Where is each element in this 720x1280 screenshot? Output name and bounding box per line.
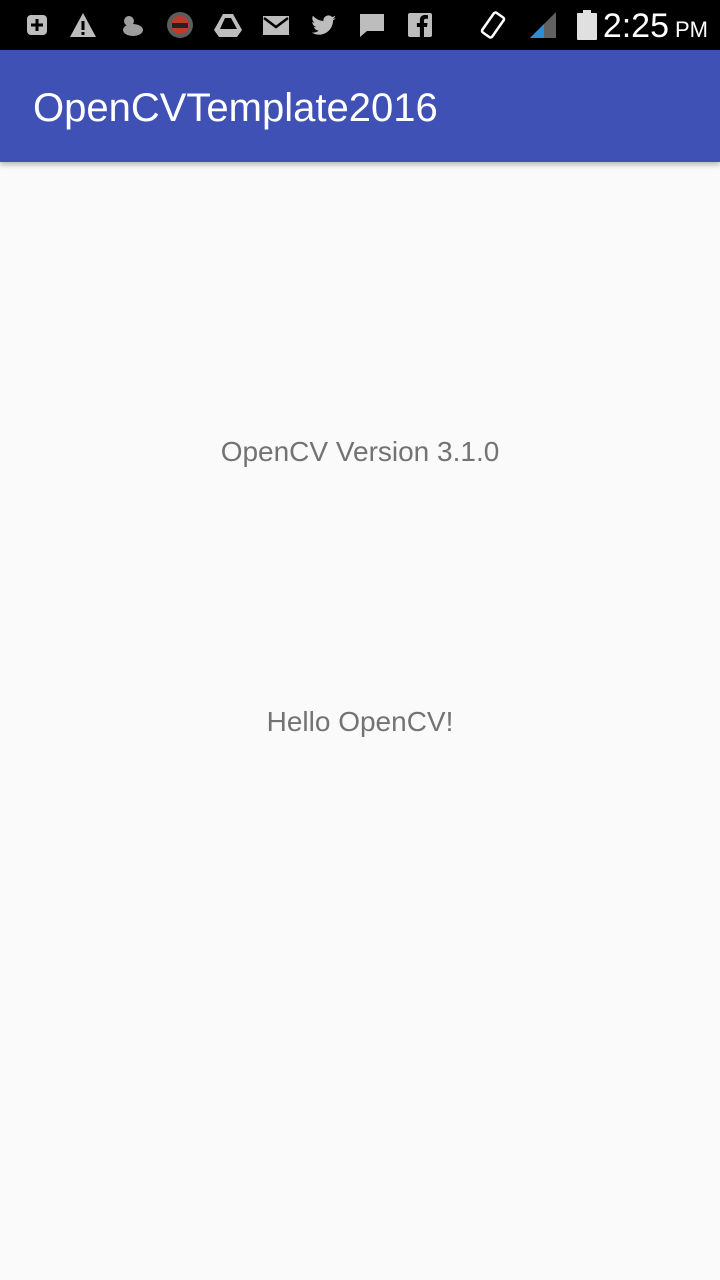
main-content: OpenCV Version 3.1.0 Hello OpenCV!: [0, 162, 720, 1280]
message-icon: [357, 10, 387, 40]
weather-icon: [117, 10, 147, 40]
app-bar: OpenCVTemplate2016: [0, 50, 720, 162]
signal-icon: [528, 10, 558, 40]
twitter-icon: [309, 10, 339, 40]
warning-icon: [68, 10, 98, 40]
app-title: OpenCVTemplate2016: [33, 86, 438, 130]
clock-ampm: PM: [675, 17, 708, 42]
mail-icon: [261, 10, 291, 40]
clock-time: 2:25: [602, 7, 669, 45]
clock: 2:25 PM: [603, 6, 708, 50]
badge-app-icon: [165, 10, 195, 40]
battery-icon: [572, 10, 602, 40]
hello-text: Hello OpenCV!: [266, 706, 454, 737]
add-box-icon: [22, 10, 52, 40]
facebook-icon: [405, 10, 435, 40]
status-bar: 2:25 PM: [0, 0, 720, 50]
drive-icon: [213, 10, 243, 40]
opencv-version-text: OpenCV Version 3.1.0: [220, 436, 500, 467]
screen-rotation-icon: [478, 10, 508, 40]
